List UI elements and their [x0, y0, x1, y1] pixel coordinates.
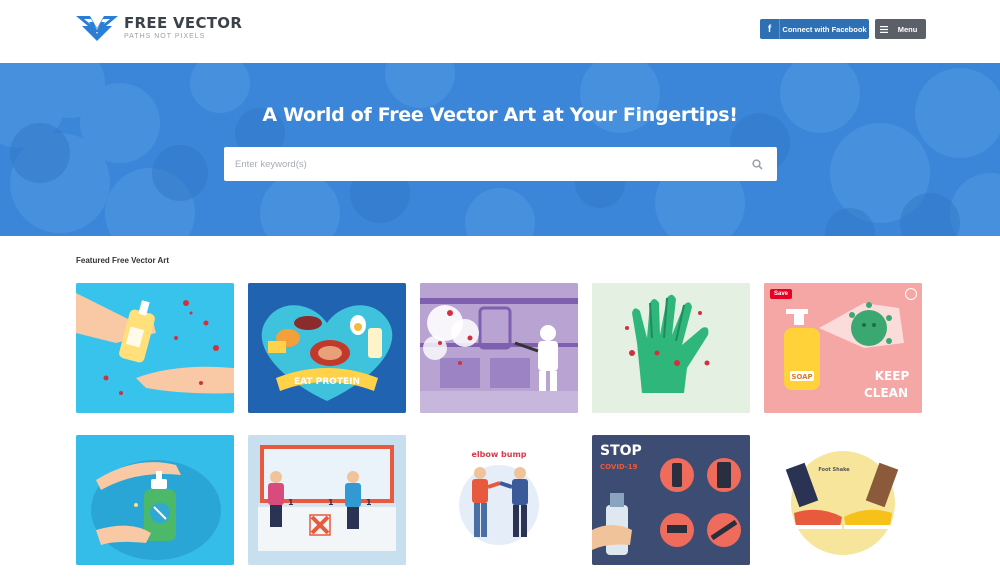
svg-text:1: 1: [288, 498, 294, 507]
tile-hand-soap[interactable]: [76, 435, 234, 565]
covid-text: COVID-19: [600, 463, 638, 471]
tile-social-distance[interactable]: 1 1 1: [248, 435, 406, 565]
tile-stop-covid[interactable]: STOP COVID-19: [592, 435, 750, 565]
elbow-bump-illustration: elbow bump: [420, 435, 578, 565]
logo-title: FREE VECTOR: [124, 14, 243, 32]
clean-text: CLEAN: [864, 386, 908, 400]
tile-foot-shake[interactable]: Foot Shake: [764, 435, 922, 565]
menu-label: Menu: [897, 24, 918, 34]
expand-icon[interactable]: [905, 288, 917, 300]
hero-title: A World of Free Vector Art at Your Finge…: [262, 104, 738, 126]
eat-protein-text: EAT PROTEIN: [294, 377, 360, 387]
site-header: FREE VECTOR PATHS NOT PIXELS f Connect w…: [0, 0, 1000, 63]
tile-keep-clean[interactable]: SOAP KEEP CLEAN Save: [764, 283, 922, 413]
menu-button[interactable]: Menu: [875, 19, 926, 39]
facebook-icon: f: [760, 19, 780, 39]
stop-text: STOP: [600, 443, 642, 459]
connect-facebook-label: Connect with Facebook: [782, 24, 867, 34]
svg-text:1: 1: [366, 498, 372, 507]
free-vector-logo-icon: [76, 16, 118, 41]
keep-clean-illustration: SOAP KEEP CLEAN: [764, 283, 922, 413]
foot-shake-text: Foot Shake: [818, 467, 850, 473]
tile-green-glove[interactable]: [592, 283, 750, 413]
search-input[interactable]: [224, 147, 737, 181]
site-logo[interactable]: FREE VECTOR PATHS NOT PIXELS: [76, 14, 242, 42]
connect-facebook-button[interactable]: f Connect with Facebook: [760, 19, 869, 39]
tile-eat-protein[interactable]: EAT PROTEIN: [248, 283, 406, 413]
foot-shake-illustration: Foot Shake: [764, 435, 922, 565]
social-distance-illustration: 1 1 1: [248, 435, 406, 565]
tile-elbow-bump[interactable]: elbow bump: [420, 435, 578, 565]
hero-banner: A World of Free Vector Art at Your Finge…: [0, 63, 1000, 236]
svg-text:1: 1: [328, 498, 334, 507]
hamburger-icon: [875, 25, 893, 33]
logo-tagline: PATHS NOT PIXELS: [124, 33, 206, 40]
pinterest-save-button[interactable]: Save: [770, 289, 793, 299]
hand-soap-illustration: [76, 435, 234, 565]
eat-protein-illustration: EAT PROTEIN: [248, 283, 406, 413]
keep-text: KEEP: [875, 369, 910, 383]
tile-hand-sanitizer[interactable]: [76, 283, 234, 413]
tile-disinfection[interactable]: [420, 283, 578, 413]
hand-sanitizer-illustration: [76, 283, 234, 413]
soap-text: SOAP: [791, 373, 812, 381]
featured-heading: Featured Free Vector Art: [76, 256, 170, 265]
elbow-bump-text: elbow bump: [471, 450, 526, 459]
stop-covid-illustration: STOP COVID-19: [592, 435, 750, 565]
search-icon[interactable]: [737, 147, 777, 181]
green-glove-illustration: [592, 283, 750, 413]
disinfection-illustration: [420, 283, 578, 413]
search-bar: [224, 147, 777, 181]
